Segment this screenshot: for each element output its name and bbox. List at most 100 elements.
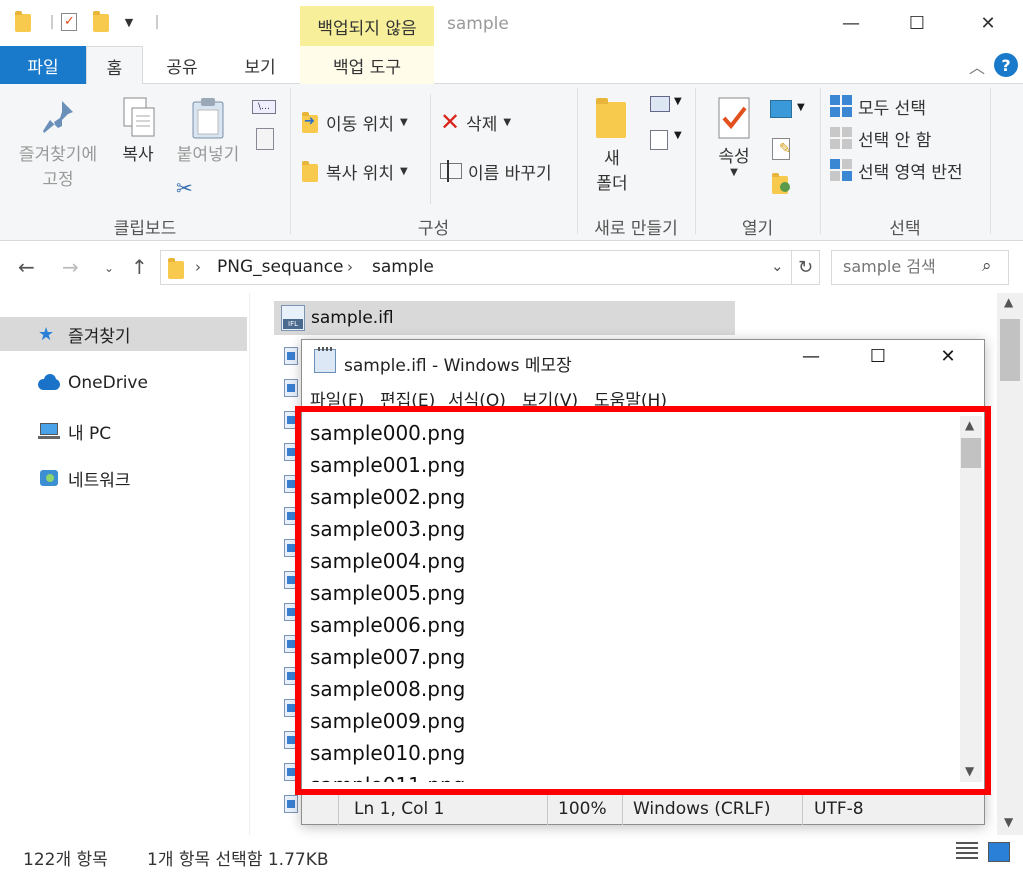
- explorer-scrollbar[interactable]: ▲ ▼: [997, 293, 1023, 835]
- breadcrumb-chevron-icon[interactable]: ›: [347, 258, 353, 276]
- properties-icon[interactable]: ✓: [60, 12, 78, 32]
- back-arrow-icon[interactable]: ←: [18, 255, 35, 279]
- large-icons-view-icon[interactable]: [988, 842, 1010, 862]
- paste-shortcut-icon[interactable]: [256, 128, 274, 150]
- delete-button[interactable]: ✕ 삭제 ▼: [440, 108, 511, 136]
- png-file-icon[interactable]: [284, 507, 298, 525]
- recent-locations-chevron-icon[interactable]: ⌄: [104, 261, 114, 275]
- file-row-selected[interactable]: IFL sample.ifl: [274, 301, 735, 335]
- nav-item-this-pc[interactable]: 내 PC: [0, 414, 247, 448]
- scrollbar-thumb[interactable]: [1000, 319, 1020, 381]
- png-file-icon[interactable]: [284, 763, 298, 781]
- close-button[interactable]: ✕: [965, 6, 1011, 40]
- move-to-label: 이동 위치: [326, 114, 394, 135]
- refresh-button[interactable]: ↻: [792, 250, 820, 285]
- address-row: ← → ⌄ ↑ › PNG_sequance › sample ⌄ ↻ ⌕: [0, 241, 1023, 293]
- window-title: sample: [447, 14, 509, 34]
- organize-group-label: 구성: [417, 219, 450, 239]
- png-file-icon[interactable]: [284, 411, 298, 429]
- tab-file[interactable]: 파일: [0, 46, 86, 84]
- copy-label: 복사: [122, 145, 154, 165]
- help-icon[interactable]: ?: [994, 53, 1018, 77]
- search-icon[interactable]: ⌕: [982, 256, 992, 276]
- chevron-down-icon[interactable]: ▼: [674, 96, 682, 107]
- menu-help[interactable]: 도움말(H): [594, 386, 667, 410]
- easy-access-icon[interactable]: [650, 130, 668, 150]
- paste-button[interactable]: 붙여넣기: [170, 96, 246, 165]
- nav-item-quick-access[interactable]: ★ 즐겨찾기: [0, 317, 247, 351]
- quick-access-dropdown-icon[interactable]: ▼: [120, 12, 138, 32]
- select-none-button[interactable]: 선택 안 함: [830, 124, 931, 152]
- notepad-maximize-button[interactable]: ☐: [855, 346, 901, 376]
- png-file-icon[interactable]: [284, 475, 298, 493]
- chevron-down-icon: ▼: [503, 116, 512, 128]
- tab-backup-tools[interactable]: 백업 도구: [300, 46, 434, 84]
- move-to-button[interactable]: ➜ 이동 위치 ▼: [300, 108, 408, 136]
- address-bar[interactable]: › PNG_sequance › sample ⌄: [160, 250, 792, 285]
- select-all-icon: [830, 95, 852, 117]
- search-input[interactable]: [843, 257, 983, 276]
- scroll-up-icon[interactable]: ▲: [1004, 295, 1013, 309]
- scroll-down-icon[interactable]: ▼: [965, 764, 974, 778]
- status-bar: 122개 항목 1개 항목 선택함 1.77KB: [0, 835, 1023, 872]
- png-file-icon[interactable]: [284, 603, 298, 621]
- select-all-button[interactable]: 모두 선택: [830, 92, 926, 120]
- new-item-icon[interactable]: [650, 96, 670, 112]
- notepad-close-button[interactable]: ✕: [925, 346, 971, 376]
- breadcrumb-item[interactable]: PNG_sequance: [217, 257, 344, 277]
- history-icon[interactable]: [772, 173, 792, 194]
- png-file-icon[interactable]: [284, 379, 298, 397]
- pin-to-quick-access-button[interactable]: 즐겨찾기에 고정: [10, 98, 106, 190]
- nav-item-network[interactable]: 네트워크: [0, 461, 247, 495]
- png-file-icon[interactable]: [284, 667, 298, 685]
- address-dropdown-icon[interactable]: ⌄: [771, 257, 784, 275]
- minimize-button[interactable]: —: [828, 6, 874, 40]
- new-folder-icon[interactable]: [92, 11, 110, 32]
- select-group-label: 선택: [889, 219, 921, 239]
- new-folder-button[interactable]: 새 폴더: [586, 96, 638, 194]
- chevron-down-icon[interactable]: ▼: [674, 130, 682, 141]
- copy-to-button[interactable]: 복사 위치 ▼: [300, 157, 408, 185]
- scroll-down-icon[interactable]: ▼: [1004, 815, 1013, 829]
- png-file-icon[interactable]: [284, 571, 298, 589]
- png-file-icon[interactable]: [284, 699, 298, 717]
- maximize-button[interactable]: ☐: [894, 6, 940, 40]
- text-line: sample005.png: [310, 581, 466, 605]
- menu-view[interactable]: 보기(V): [522, 386, 578, 410]
- png-file-icon[interactable]: [284, 443, 298, 461]
- tab-home[interactable]: 홈: [86, 46, 143, 85]
- png-file-icon[interactable]: [284, 347, 298, 365]
- details-view-icon[interactable]: [956, 842, 978, 862]
- png-file-icon[interactable]: [284, 635, 298, 653]
- png-file-icon[interactable]: [284, 731, 298, 749]
- scroll-up-icon[interactable]: ▲: [965, 418, 974, 432]
- tab-share[interactable]: 공유: [143, 46, 221, 84]
- tab-view[interactable]: 보기: [221, 46, 299, 84]
- context-tab-label: 백업되지 않음: [300, 6, 434, 46]
- copy-button[interactable]: 복사: [112, 96, 164, 165]
- forward-arrow-icon[interactable]: →: [62, 255, 79, 279]
- chevron-up-icon[interactable]: ︿: [969, 54, 985, 78]
- png-file-icon[interactable]: [284, 795, 298, 813]
- copy-path-icon[interactable]: \…: [252, 100, 276, 114]
- nav-item-onedrive[interactable]: OneDrive: [0, 366, 247, 400]
- notepad-text-area[interactable]: sample000.png sample001.png sample002.pn…: [307, 416, 982, 782]
- breadcrumb-item[interactable]: sample: [372, 257, 434, 277]
- menu-edit[interactable]: 편집(E): [380, 386, 435, 410]
- scrollbar-thumb[interactable]: [961, 438, 981, 468]
- chevron-down-icon[interactable]: ▼: [797, 102, 805, 113]
- invert-selection-button[interactable]: 선택 영역 반전: [830, 156, 963, 184]
- png-file-icon[interactable]: [284, 539, 298, 557]
- rename-button[interactable]: 이름 바꾸기: [440, 157, 552, 185]
- notepad-minimize-button[interactable]: —: [788, 346, 834, 376]
- menu-format[interactable]: 서식(O): [448, 386, 506, 410]
- properties-button[interactable]: 속성 ▼: [708, 96, 760, 178]
- open-icon[interactable]: [770, 100, 792, 118]
- search-box[interactable]: ⌕: [831, 250, 1009, 285]
- cut-icon[interactable]: ✂: [176, 176, 193, 200]
- notepad-scrollbar[interactable]: ▲ ▼: [960, 416, 982, 782]
- edit-icon[interactable]: ✎: [772, 138, 791, 160]
- menu-file[interactable]: 파일(F): [310, 386, 364, 410]
- up-arrow-icon[interactable]: ↑: [131, 255, 148, 279]
- breadcrumb-chevron-icon[interactable]: ›: [195, 258, 201, 276]
